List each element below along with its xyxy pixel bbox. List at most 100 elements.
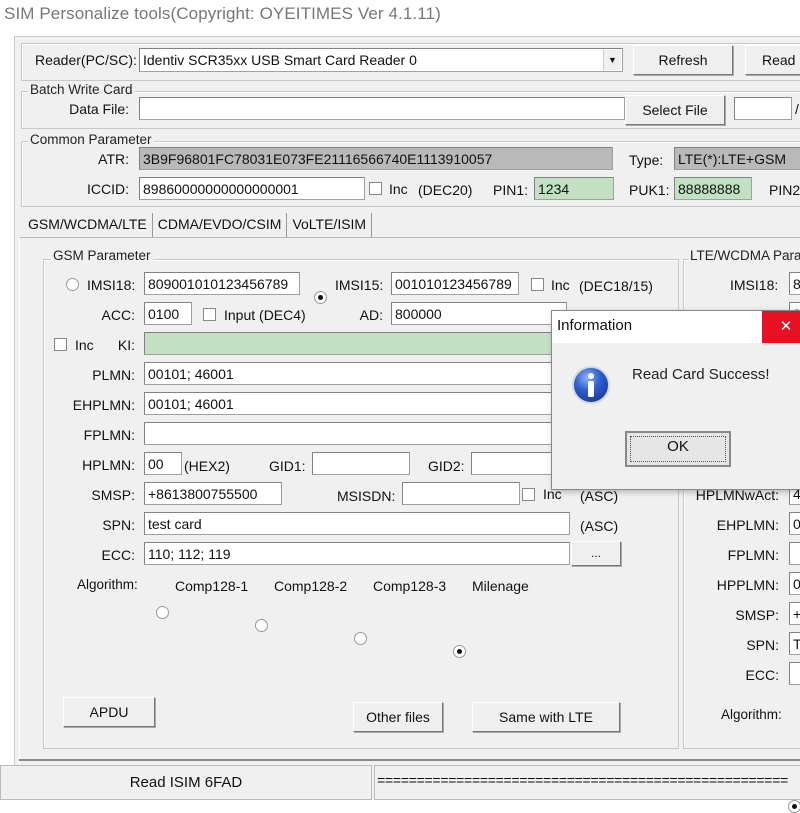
imsi-format: (DEC18/15): [579, 278, 653, 294]
data-file-label: Data File:: [69, 101, 129, 117]
imsi15-radio[interactable]: [314, 291, 327, 304]
same-with-lte-button[interactable]: Same with LTE: [472, 702, 620, 732]
gid1-input[interactable]: [312, 452, 410, 475]
tab-gsm-wcdma-lte[interactable]: GSM/WCDMA/LTE: [23, 213, 153, 237]
other-files-button[interactable]: Other files: [353, 702, 443, 732]
msisdn-input[interactable]: [402, 482, 520, 505]
algo-comp128-1-label: Comp128-1: [175, 578, 249, 594]
acc-label: ACC:: [101, 307, 135, 323]
msisdn-label: MSISDN:: [337, 488, 396, 504]
type-label: Type:: [629, 152, 664, 168]
lte-ehplmn-label: EHPLMN:: [716, 517, 779, 533]
lte-smsp-input[interactable]: +: [789, 602, 800, 625]
close-icon[interactable]: ✕: [762, 311, 800, 343]
lte-imsi18-label: IMSI18:: [730, 277, 779, 293]
imsi18-label: IMSI18:: [87, 277, 136, 293]
dialog-title: Information: [557, 317, 633, 334]
hplmn-input[interactable]: 00: [144, 452, 182, 475]
algo-comp128-3-label: Comp128-3: [373, 578, 447, 594]
iccid-format: (DEC20): [418, 182, 473, 198]
reader-select[interactable]: Identiv SCR35xx USB Smart Card Reader 0 …: [139, 48, 623, 72]
data-file-input[interactable]: [139, 97, 625, 120]
imsi18-radio[interactable]: [66, 278, 79, 291]
batch-counter-input[interactable]: [734, 97, 792, 120]
ecc-input[interactable]: 110; 112; 119: [144, 542, 570, 565]
gid2-label: GID2:: [428, 458, 465, 474]
plmn-label: PLMN:: [92, 367, 135, 383]
ki-inc-label: Inc: [75, 337, 94, 353]
window-title: SIM Personalize tools(Copyright: OYEITIM…: [4, 4, 441, 23]
iccid-input[interactable]: 89860000000000000001: [139, 177, 365, 200]
lte-group-label: LTE/WCDMA Para: [688, 249, 800, 263]
lte-smsp-label: SMSP:: [735, 607, 779, 623]
info-icon: [571, 365, 611, 405]
ok-button[interactable]: OK: [625, 431, 731, 467]
hplmn-label: HPLMN:: [82, 457, 135, 473]
tab-volte-isim[interactable]: VoLTE/ISIM: [287, 213, 373, 237]
chevron-down-icon[interactable]: ▼: [603, 50, 621, 70]
spn-label: SPN:: [102, 517, 135, 533]
common-group-label: Common Parameter: [28, 132, 154, 147]
acc-input[interactable]: 0100: [144, 302, 192, 325]
lte-imsi18-input[interactable]: 8: [789, 272, 800, 295]
ecc-label: ECC:: [101, 547, 135, 563]
imsi15-input[interactable]: 001010123456789: [391, 272, 519, 295]
tab-bar: GSM/WCDMA/LTE CDMA/EVDO/CSIM VoLTE/ISIM: [23, 213, 373, 237]
algo-milenage-label: Milenage: [472, 578, 529, 594]
lte-ehplmn-input[interactable]: 0: [789, 512, 800, 535]
atr-field: 3B9F96801FC78031E073FE21116566740E111391…: [139, 147, 613, 170]
puk1-input[interactable]: 88888888: [674, 177, 752, 200]
algo-comp128-1-radio[interactable]: [156, 606, 169, 619]
smsp-label: SMSP:: [91, 487, 135, 503]
batch-group-label: Batch Write Card: [28, 82, 135, 97]
reader-value: Identiv SCR35xx USB Smart Card Reader 0: [143, 52, 417, 68]
lte-fplmn-input[interactable]: [789, 542, 800, 565]
algo-milenage-radio[interactable]: [453, 645, 466, 658]
type-field: LTE(*):LTE+GSM: [674, 147, 800, 170]
plmn-input[interactable]: 00101; 46001: [144, 362, 564, 385]
pin2-label: PIN2: [769, 182, 800, 198]
refresh-button[interactable]: Refresh: [633, 45, 733, 75]
lte-spn-label: SPN:: [746, 637, 779, 653]
acc-input-checkbox[interactable]: [203, 308, 216, 321]
status-separator: [19, 759, 800, 761]
imsi-inc-checkbox[interactable]: [531, 278, 544, 291]
algo-comp128-2-label: Comp128-2: [274, 578, 348, 594]
lte-algo-milenage-radio[interactable]: [788, 800, 800, 813]
ad-input[interactable]: 800000: [391, 302, 567, 325]
puk1-label: PUK1:: [629, 182, 670, 198]
lte-hpplmn-input[interactable]: 0: [789, 572, 800, 595]
information-dialog: Information ✕ Read Card Success! OK: [551, 310, 800, 490]
pin1-label: PIN1:: [493, 182, 529, 198]
fplmn-input[interactable]: [144, 422, 564, 445]
dialog-titlebar: Information ✕: [552, 311, 800, 343]
algo-comp128-3-radio[interactable]: [354, 632, 367, 645]
ki-inc-checkbox[interactable]: [54, 338, 67, 351]
msisdn-inc-checkbox[interactable]: [522, 488, 535, 501]
ecc-more-button[interactable]: ...: [571, 541, 621, 566]
smsp-input[interactable]: +8613800755500: [144, 482, 282, 505]
iccid-label: ICCID:: [87, 181, 129, 197]
ehplmn-input[interactable]: 00101; 46001: [144, 392, 564, 415]
hplmn-format: (HEX2): [184, 458, 230, 474]
atr-label: ATR:: [98, 151, 129, 167]
spn-input[interactable]: test card: [144, 512, 570, 535]
algo-comp128-2-radio[interactable]: [255, 619, 268, 632]
dialog-message: Read Card Success!: [632, 366, 770, 383]
tab-cdma-evdo-csim[interactable]: CDMA/EVDO/CSIM: [153, 213, 288, 237]
ehplmn-label: EHPLMN:: [72, 397, 135, 413]
iccid-inc-checkbox[interactable]: [369, 182, 382, 195]
ki-label: KI:: [117, 337, 135, 353]
read-card-button[interactable]: Read C: [745, 45, 800, 75]
lte-fplmn-label: FPLMN:: [727, 547, 779, 563]
apdu-button[interactable]: APDU: [63, 697, 155, 727]
lte-spn-input[interactable]: T: [789, 632, 800, 655]
imsi18-input[interactable]: 809001010123456789: [144, 272, 300, 295]
select-file-button[interactable]: Select File: [625, 95, 725, 125]
pin1-input[interactable]: 1234: [534, 177, 614, 200]
lte-ecc-input[interactable]: [789, 662, 800, 685]
fplmn-label: FPLMN:: [83, 427, 135, 443]
acc-input-label: Input (DEC4): [224, 307, 306, 323]
ki-input[interactable]: [144, 332, 564, 355]
spn-format: (ASC): [580, 518, 619, 534]
